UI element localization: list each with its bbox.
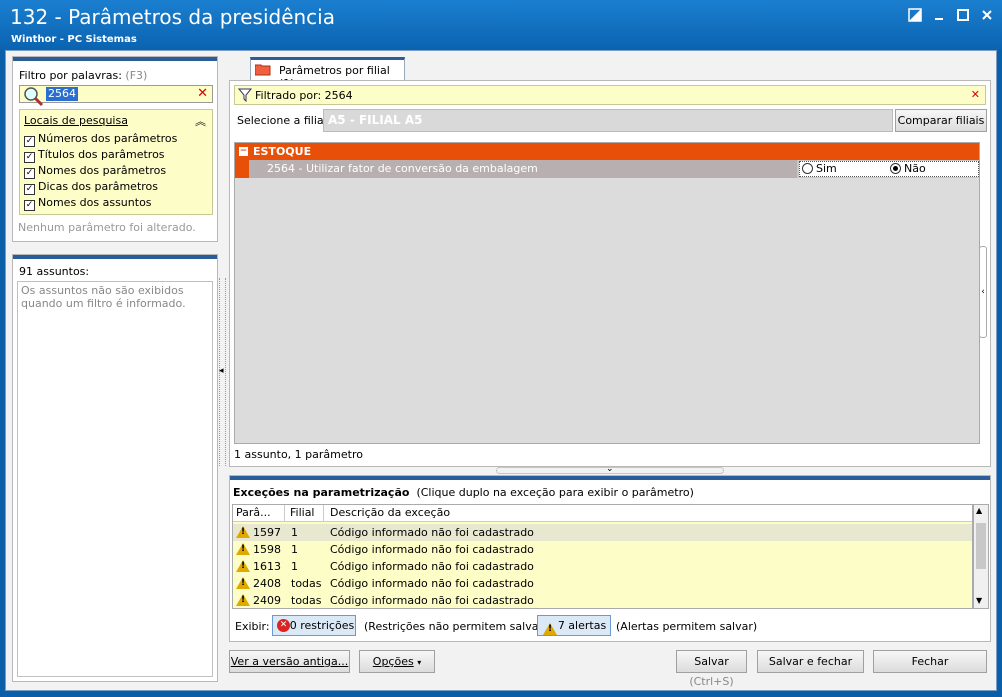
summary-text: 1 assunto, 1 parâmetro	[234, 448, 363, 461]
search-locations-box: Locais de pesquisa ︽ ✓ Números dos parâme…	[19, 109, 213, 215]
checkbox-icon[interactable]: ✓	[24, 136, 35, 147]
save-close-button[interactable]: Salvar e fechar	[757, 650, 864, 673]
parameter-row[interactable]: 2564 - Utilizar fator de conversão da em…	[235, 160, 979, 178]
table-row[interactable]: ! 2409 todas Código informado não foi ca…	[233, 592, 972, 608]
checkbox-icon[interactable]: ✓	[24, 200, 35, 211]
collapse-icon[interactable]: ︽	[195, 113, 206, 129]
table-row[interactable]: ! 2408 todas Código informado não foi ca…	[233, 575, 972, 592]
parameter-value-options: Sim Não	[799, 161, 979, 177]
status-text: Nenhum parâmetro foi alterado.	[18, 221, 196, 234]
table-row[interactable]: ! 1598 1 Código informado não foi cadast…	[233, 541, 972, 558]
location-checkbox-subjects[interactable]: ✓ Nomes dos assuntos	[24, 196, 204, 212]
filtered-by-bar: Filtrado por: 2564 ✕	[234, 85, 986, 105]
parameter-label: 2564 - Utilizar fator de conversão da em…	[249, 160, 797, 178]
collapse-left-icon[interactable]: ◂	[219, 366, 224, 376]
col-filial[interactable]: Filial	[284, 505, 315, 521]
table-row[interactable]: ! 1613 1 Código informado não foi cadast…	[233, 558, 972, 575]
exceptions-table: Parâ... Filial Descrição da exceção ! 15…	[232, 504, 973, 609]
option-yes[interactable]: Sim	[802, 162, 837, 176]
subjects-panel: 91 assuntos: Os assuntos não são exibido…	[12, 254, 218, 682]
group-header-estoque[interactable]: − ESTOQUE	[235, 143, 979, 160]
scroll-down-icon[interactable]: ▼	[976, 596, 982, 605]
magnifier-icon	[22, 85, 44, 110]
warning-icon: !	[543, 623, 557, 635]
col-param[interactable]: Parâ...	[236, 505, 271, 521]
table-row[interactable]: ! 1597 1 Código informado não foi cadast…	[233, 524, 972, 541]
maximize-icon[interactable]	[954, 8, 972, 24]
old-version-button[interactable]: Ver a versão antiga...	[229, 650, 350, 673]
restrictions-button[interactable]: ✕ 0 restrições	[272, 615, 356, 636]
window-title: 132 - Parâmetros da presidência	[10, 5, 335, 29]
warning-icon: !	[236, 560, 250, 572]
options-button[interactable]: Opções ▾	[359, 650, 435, 673]
search-locations-title: Locais de pesquisa	[24, 114, 128, 127]
side-collapse-handle[interactable]: ‹	[979, 246, 987, 338]
restrictions-note: (Restrições não permitem salvar)	[364, 620, 548, 633]
scroll-thumb[interactable]	[976, 523, 986, 569]
compare-branches-button[interactable]: Comparar filiais	[895, 109, 987, 132]
branch-label: Selecione a filial:	[237, 114, 331, 127]
checkbox-icon[interactable]: ✓	[24, 168, 35, 179]
warning-icon: !	[236, 543, 250, 555]
col-description[interactable]: Descrição da exceção	[323, 505, 450, 521]
alerts-note: (Alertas permitem salvar)	[616, 620, 758, 633]
show-label: Exibir:	[235, 620, 270, 633]
filtered-label: Filtrado por: 2564	[255, 89, 353, 102]
search-input[interactable]: 2564	[46, 87, 78, 101]
title-bar: 132 - Parâmetros da presidência Winthor …	[0, 0, 1002, 50]
scroll-up-icon[interactable]: ▲	[976, 506, 982, 515]
close-icon[interactable]	[978, 8, 996, 24]
minimize-icon[interactable]	[930, 8, 948, 24]
warning-icon: !	[236, 577, 250, 589]
branch-select[interactable]: A5 - FILIAL A5	[323, 109, 893, 132]
parameters-panel: Filtrado por: 2564 ✕ Selecione a filial:…	[229, 80, 991, 467]
collapse-bottom-icon[interactable]: ⌄	[606, 464, 614, 474]
location-checkbox-tips[interactable]: ✓ Dicas dos parâmetros	[24, 180, 204, 196]
filter-funnel-icon	[237, 88, 253, 105]
exceptions-table-header: Parâ... Filial Descrição da exceção	[233, 505, 972, 522]
folder-icon	[254, 63, 271, 79]
radio-no-icon[interactable]	[890, 163, 901, 174]
checkbox-icon[interactable]: ✓	[24, 184, 35, 195]
option-no[interactable]: Não	[890, 162, 926, 176]
filter-label: Filtro por palavras: (F3)	[19, 69, 148, 82]
error-icon: ✕	[277, 619, 290, 632]
location-checkbox-titles[interactable]: ✓ Títulos dos parâmetros	[24, 148, 204, 164]
radio-yes-icon[interactable]	[802, 163, 813, 174]
tab-parameters-by-branch[interactable]: Parâmetros por filial (1)	[250, 57, 405, 90]
subjects-info: Os assuntos não são exibidos quando um f…	[17, 281, 213, 677]
warning-icon: !	[236, 594, 250, 606]
save-shortcut: (Ctrl+S)	[689, 675, 734, 688]
collapse-group-icon[interactable]: −	[239, 147, 248, 156]
parameters-grid: − ESTOQUE 2564 - Utilizar fator de conve…	[234, 142, 980, 444]
filter-panel: Filtro por palavras: (F3) 2564 ✕ Locais …	[12, 56, 218, 242]
location-checkbox-names[interactable]: ✓ Nomes dos parâmetros	[24, 164, 204, 180]
exceptions-scrollbar[interactable]: ▲ ▼	[973, 504, 989, 609]
restore-layout-icon[interactable]	[906, 8, 924, 24]
save-button[interactable]: Salvar	[676, 650, 747, 673]
dropdown-arrow-icon: ▾	[417, 658, 422, 667]
clear-filter-icon[interactable]: ✕	[197, 86, 208, 101]
close-button[interactable]: Fechar	[873, 650, 987, 673]
checkbox-icon[interactable]: ✓	[24, 152, 35, 163]
filter-input-box[interactable]: 2564 ✕	[19, 85, 213, 107]
location-checkbox-numbers[interactable]: ✓ Números dos parâmetros	[24, 132, 204, 148]
locations-list: ✓ Números dos parâmetros ✓ Títulos dos par…	[24, 132, 204, 212]
remove-filter-icon[interactable]: ✕	[971, 88, 980, 101]
alerts-button[interactable]: ! 7 alertas	[537, 615, 611, 636]
window-subtitle: Winthor - PC Sistemas	[11, 34, 137, 45]
subjects-count: 91 assuntos:	[19, 265, 90, 278]
exceptions-panel: Exceções na parametrização (Clique duplo…	[229, 475, 991, 642]
exceptions-header: Exceções na parametrização (Clique duplo…	[233, 486, 694, 499]
warning-icon: !	[236, 526, 250, 538]
